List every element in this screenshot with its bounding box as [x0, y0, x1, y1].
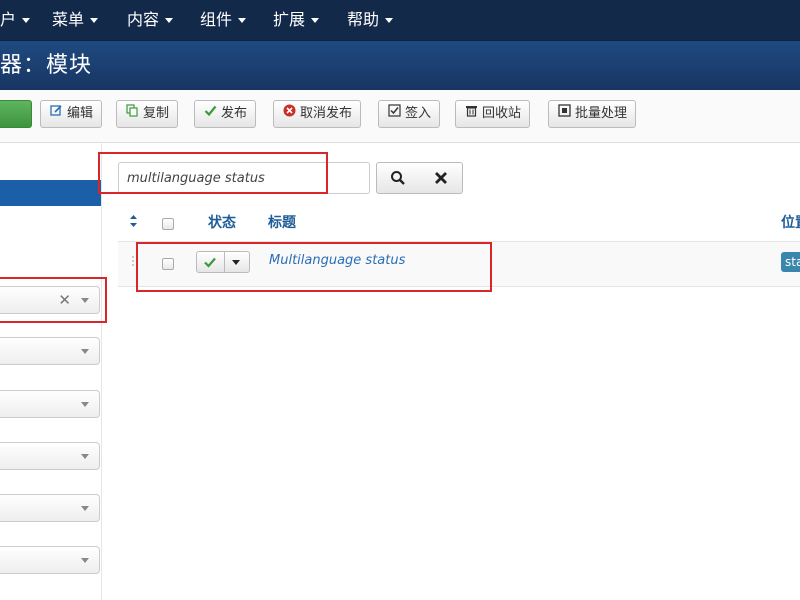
checkin-button[interactable]: 签入 [378, 100, 441, 128]
publish-button[interactable]: 发布 [194, 100, 257, 128]
chevron-down-icon [81, 349, 89, 354]
menu-help[interactable]: 帮助 [347, 0, 394, 40]
new-button[interactable] [0, 100, 32, 128]
top-nav: 户 菜单 内容 组件 扩展 帮助 [0, 0, 800, 40]
highlight-box-row [136, 242, 492, 292]
drag-handle-icon[interactable] [131, 255, 135, 269]
edit-icon [49, 101, 63, 127]
filter-select-3[interactable] [0, 390, 100, 418]
menu-content[interactable]: 内容 [127, 0, 174, 40]
caret-down-icon [22, 18, 31, 23]
cancel-circle-icon [282, 101, 296, 127]
position-badge: sta [781, 252, 800, 272]
copy-button[interactable]: 复制 [116, 100, 179, 128]
highlight-box-filter [0, 277, 107, 323]
chevron-down-icon [81, 558, 89, 563]
close-icon [434, 170, 448, 185]
edit-button[interactable]: 编辑 [40, 100, 103, 128]
column-title[interactable]: 标题 [268, 212, 296, 232]
filter-select-2[interactable] [0, 337, 100, 365]
caret-down-icon [165, 18, 174, 23]
filter-select-4[interactable] [0, 442, 100, 470]
unpublish-button[interactable]: 取消发布 [273, 100, 362, 128]
page-title: 器：模块 [0, 53, 93, 78]
search-button[interactable] [376, 162, 420, 194]
page-header: 器：模块 [0, 40, 800, 91]
search-icon [390, 170, 406, 185]
column-position[interactable]: 位置 [781, 212, 800, 232]
menu-components[interactable]: 组件 [200, 0, 247, 40]
toolbar: 编辑 复制 发布 取消发布 签入 回收站 批量处理 [0, 90, 800, 143]
filter-select-5[interactable] [0, 494, 100, 522]
trash-icon [464, 101, 478, 127]
sort-icon[interactable] [129, 214, 138, 232]
caret-down-icon [385, 18, 394, 23]
checkbox-icon [387, 101, 401, 127]
caret-down-icon [90, 18, 99, 23]
caret-down-icon [311, 18, 320, 23]
trash-button[interactable]: 回收站 [455, 100, 531, 128]
clear-search-button[interactable] [419, 162, 463, 194]
caret-down-icon [238, 18, 247, 23]
select-all-checkbox[interactable] [162, 218, 174, 230]
chevron-down-icon [81, 506, 89, 511]
sidebar-divider [101, 142, 102, 600]
highlight-box-search [98, 152, 328, 194]
menu-user[interactable]: 户 [0, 0, 31, 40]
menu-menus[interactable]: 菜单 [52, 0, 99, 40]
batch-icon [557, 101, 571, 127]
sidebar-item-active[interactable] [0, 180, 101, 206]
menu-extensions[interactable]: 扩展 [273, 0, 320, 40]
column-status[interactable]: 状态 [208, 212, 236, 232]
copy-icon [125, 101, 139, 127]
batch-button[interactable]: 批量处理 [548, 100, 637, 128]
chevron-down-icon [81, 402, 89, 407]
filter-select-6[interactable] [0, 546, 100, 574]
chevron-down-icon [81, 454, 89, 459]
check-icon [203, 101, 217, 127]
